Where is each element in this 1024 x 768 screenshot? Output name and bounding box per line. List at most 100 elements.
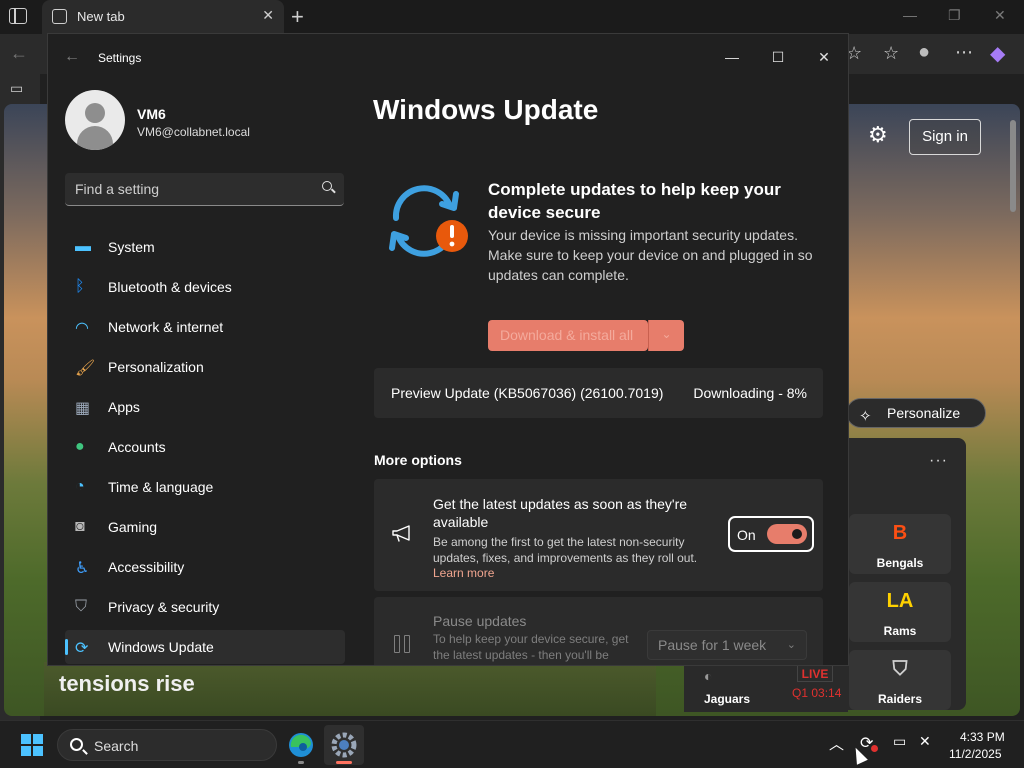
gamepad-icon: ◙ [75, 518, 85, 535]
bengals-logo-icon: B [892, 522, 908, 544]
profile-icon[interactable]: ● [918, 41, 930, 64]
chevron-down-icon: ⌄ [786, 639, 796, 651]
team-name: Raiders [877, 692, 923, 706]
download-install-all-button[interactable]: Download & install all [488, 320, 648, 351]
sidebar-item-system[interactable]: ▬ System [65, 230, 345, 264]
avatar[interactable] [65, 90, 125, 150]
more-menu-icon[interactable]: ⋯ [955, 42, 973, 63]
back-arrow-icon[interactable]: ← [64, 48, 80, 66]
new-tab-page-icon [52, 9, 67, 24]
sparkle-icon: ✧ [859, 408, 872, 425]
sidebar-item-label: Apps [108, 399, 140, 415]
toggle-switch[interactable] [767, 524, 807, 544]
sidebar-item-accounts[interactable]: ● Accounts [65, 430, 345, 464]
team-card-bengals[interactable]: B Bengals [849, 514, 951, 574]
news-headline[interactable]: tensions rise [59, 671, 195, 697]
sidebar-item-label: Privacy & security [108, 599, 220, 615]
scrollbar-thumb[interactable] [1010, 120, 1016, 212]
search-icon[interactable] [322, 181, 332, 191]
clock-date[interactable]: 11/2/2025 [949, 747, 1002, 761]
team-card-rams[interactable]: LA Rams [849, 582, 951, 642]
page-scrollbar[interactable] [1008, 120, 1018, 716]
panel-more-options-icon[interactable]: ··· [929, 452, 948, 470]
pause-duration-select[interactable]: Pause for 1 week ⌄ [647, 630, 807, 660]
sidebar-item-privacy-security[interactable]: ⛉ Privacy & security [65, 590, 345, 624]
settings-gear-icon [331, 732, 357, 758]
browser-minimize-icon[interactable]: — [903, 7, 917, 23]
tab-new-tab[interactable]: New tab ✕ [42, 0, 284, 34]
find-setting-box[interactable] [65, 173, 344, 206]
learn-more-link[interactable]: Learn more [433, 566, 494, 580]
minimize-icon[interactable]: — [709, 42, 755, 72]
sidebar-item-network-internet[interactable]: ◠ Network & internet [65, 310, 345, 344]
volume-muted-icon[interactable]: ✕ [919, 733, 931, 750]
back-arrow-icon[interactable]: ← [10, 43, 28, 64]
settings-title-bar: ← Settings — ☐ ✕ [48, 34, 848, 82]
download-options-chevron-icon[interactable]: ⌄ [648, 320, 684, 351]
sidebar-item-windows-update[interactable]: ⟳ Windows Update [65, 630, 345, 664]
favorites-icon[interactable]: ☆ [883, 43, 899, 64]
toggle-state-label: On [737, 527, 756, 543]
settings-window: ← Settings — ☐ ✕ VM6 VM6@collabnet.local… [47, 33, 849, 666]
sign-in-button[interactable]: Sign in [909, 119, 981, 155]
tab-title: New tab [77, 9, 125, 24]
rams-logo-icon: LA [886, 590, 914, 612]
sidebar-tool-icon[interactable]: ▭ [10, 80, 23, 97]
windows-start-icon[interactable] [21, 734, 43, 756]
edge-icon [289, 733, 313, 757]
settings-navigation: VM6 VM6@collabnet.local ▬ System ᛒ Bluetoot… [48, 82, 360, 665]
sidebar-item-label: Windows Update [108, 639, 214, 655]
latest-updates-toggle[interactable]: On [728, 516, 814, 552]
close-icon[interactable]: ✕ [801, 42, 847, 72]
app-title: Settings [98, 51, 142, 65]
megaphone-icon [392, 525, 410, 542]
app-active-indicator [336, 761, 352, 764]
latest-updates-card: Get the latest updates as soon as they'r… [374, 479, 823, 591]
edge-app-button[interactable] [281, 725, 321, 765]
browser-restore-icon[interactable]: ❐ [948, 7, 961, 24]
avatar-head [85, 103, 105, 123]
new-tab-button[interactable]: + [291, 4, 304, 30]
tab-actions-icon[interactable] [9, 8, 27, 24]
monitor-icon: ▬ [75, 238, 91, 255]
settings-app-button[interactable] [324, 725, 364, 765]
personalize-button[interactable]: ✧ Personalize [846, 398, 986, 428]
shield-icon: ⛉ [75, 598, 88, 615]
person-icon: ● [75, 438, 85, 455]
brush-icon: 🖌 [75, 360, 96, 377]
sidebar-item-gaming[interactable]: ◙ Gaming [65, 510, 345, 544]
clock-time[interactable]: 4:33 PM [960, 730, 1005, 744]
preview-update-row: Preview Update (KB5067036) (26100.7019) … [374, 368, 823, 418]
maximize-icon[interactable]: ☐ [755, 42, 801, 72]
sidebar-item-bluetooth-devices[interactable]: ᛒ Bluetooth & devices [65, 270, 345, 304]
search-icon [70, 738, 83, 751]
page-settings-gear-icon[interactable]: ⚙ [868, 122, 888, 148]
latest-updates-title: Get the latest updates as soon as they'r… [433, 496, 688, 530]
pause-updates-title: Pause updates [433, 613, 527, 629]
taskbar: Search ︿ ⟳ ▭ ✕ 4:33 PM 11/2/2025 [0, 720, 1024, 768]
sidebar-item-time-language[interactable]: ◔ Time & language [65, 470, 345, 504]
team-name: Jaguars [704, 692, 751, 706]
tab-strip: New tab ✕ + — ❐ ✕ [0, 0, 1024, 34]
windows-update-page: Windows Update Complete updates to help … [360, 82, 848, 665]
search-input[interactable] [75, 180, 305, 198]
sidebar-item-personalization[interactable]: 🖌 Personalization [65, 350, 345, 384]
refresh-icon: ⟳ [75, 640, 89, 657]
sidebar-item-label: Time & language [108, 479, 214, 495]
show-hidden-icons-chevron-icon[interactable]: ︿ [829, 733, 844, 754]
wifi-icon: ◠ [75, 320, 89, 337]
network-icon[interactable]: ▭ [893, 733, 906, 750]
jaguars-logo-icon: ◐ [704, 668, 713, 684]
copilot-icon[interactable]: ◆ [990, 41, 1005, 66]
taskbar-search-box[interactable]: Search [57, 729, 277, 761]
tab-close-icon[interactable]: ✕ [262, 7, 274, 24]
pause-updates-card: Pause updates To help keep your device s… [374, 597, 823, 665]
pause-icon [394, 635, 412, 653]
update-alert-dot [871, 745, 878, 752]
user-email: VM6@collabnet.local [137, 125, 250, 139]
team-card-raiders[interactable]: ⛉ Raiders [849, 650, 951, 710]
sidebar-item-accessibility[interactable]: ♿ Accessibility [65, 550, 345, 584]
browser-close-icon[interactable]: ✕ [994, 7, 1006, 24]
globe-clock-icon: ◔ [75, 478, 85, 495]
sidebar-item-apps[interactable]: ▦ Apps [65, 390, 345, 424]
